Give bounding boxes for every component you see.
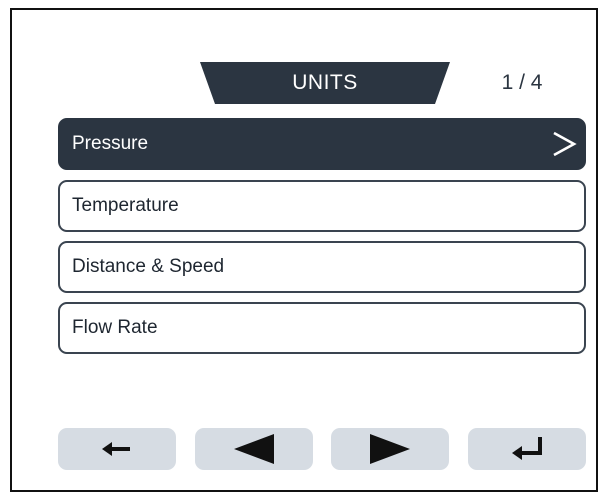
back-arrow-icon <box>102 442 130 456</box>
enter-icon <box>512 437 542 460</box>
menu-item-label: Flow Rate <box>72 317 158 338</box>
screen-title: UNITS <box>292 71 358 94</box>
next-button[interactable] <box>331 428 449 470</box>
menu-item-label: Temperature <box>72 195 179 216</box>
page-indicator: 1 / 4 <box>501 71 543 94</box>
menu-item-temperature[interactable]: Temperature <box>58 180 586 232</box>
previous-button[interactable] <box>195 428 313 470</box>
menu-item-label: Pressure <box>72 133 149 154</box>
menu-item-pressure[interactable]: Pressure <box>58 118 586 170</box>
menu-item-distance-speed[interactable]: Distance & Speed <box>58 241 586 293</box>
device-screen: UNITS 1 / 4 Pressure Temperature Distanc… <box>10 8 598 492</box>
back-button[interactable] <box>58 428 176 470</box>
enter-button[interactable] <box>468 428 586 470</box>
triangle-right-icon <box>370 434 410 464</box>
menu-item-label: Distance & Speed <box>72 256 225 277</box>
chevron-right-icon <box>553 131 577 157</box>
menu-item-flow-rate[interactable]: Flow Rate <box>58 302 586 354</box>
triangle-left-icon <box>234 434 274 464</box>
screen-title-tab: UNITS <box>200 62 450 104</box>
